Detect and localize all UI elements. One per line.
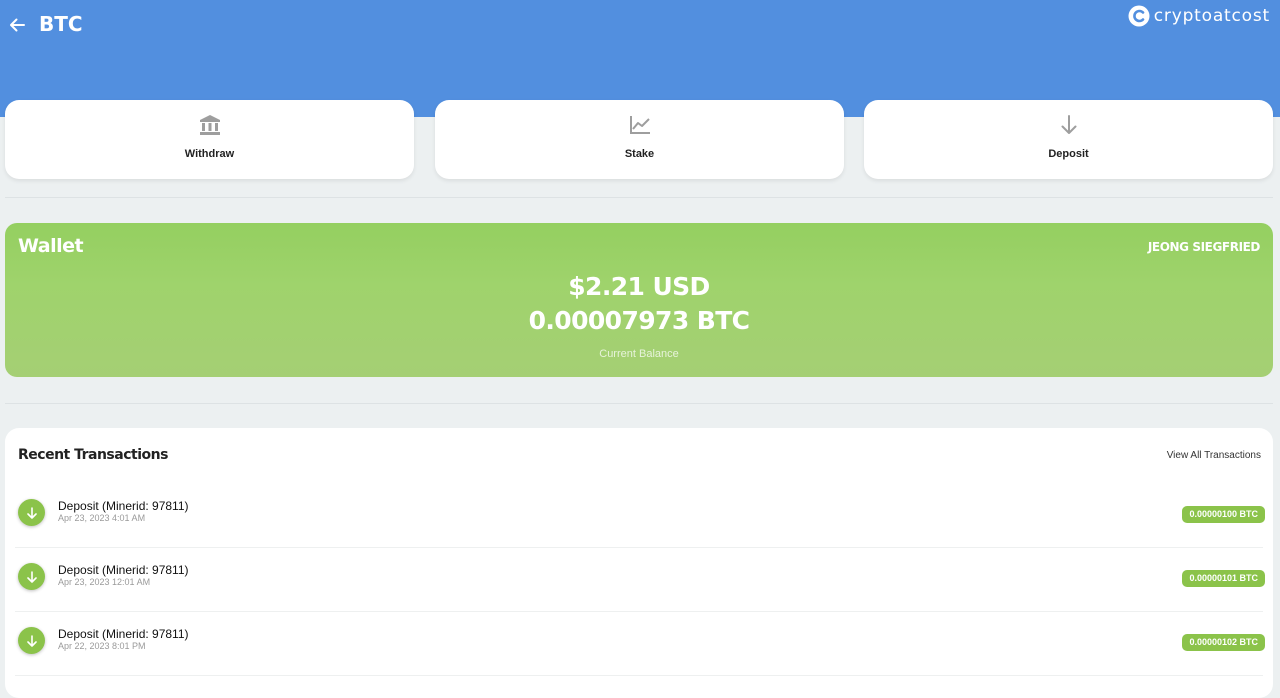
- brand-logo: cryptoatcost: [1128, 5, 1270, 27]
- arrow-down-icon: [26, 634, 37, 647]
- divider: [5, 403, 1273, 404]
- transaction-date: Apr 23, 2023 12:01 AM: [58, 577, 151, 587]
- balance-usd: $2.21 USD: [568, 272, 710, 301]
- wallet-title: Wallet: [18, 235, 84, 257]
- transaction-date: Apr 22, 2023 8:01 PM: [58, 641, 146, 651]
- wallet-card: Wallet JEONG SIEGFRIED $2.21 USD 0.00007…: [5, 223, 1273, 377]
- arrow-left-icon: [10, 18, 25, 32]
- deposit-label: Deposit: [1048, 148, 1089, 160]
- balance-caption: Current Balance: [599, 348, 679, 360]
- transaction-title: Deposit (Minerid: 97811): [58, 499, 189, 513]
- brand-name: cryptoatcost: [1153, 6, 1270, 26]
- transaction-amount-badge: 0.00000102 BTC: [1182, 634, 1265, 651]
- deposit-status-icon: [18, 563, 45, 590]
- transaction-row[interactable]: Deposit (Minerid: 97811) Apr 23, 2023 4:…: [5, 484, 1273, 548]
- deposit-button[interactable]: Deposit: [864, 100, 1273, 179]
- transaction-amount-badge: 0.00000101 BTC: [1182, 570, 1265, 587]
- bank-icon: [199, 115, 220, 135]
- page-title: BTC: [39, 12, 83, 36]
- stake-button[interactable]: Stake: [435, 100, 844, 179]
- transaction-amount-badge: 0.00000100 BTC: [1182, 506, 1265, 523]
- withdraw-button[interactable]: Withdraw: [5, 100, 414, 179]
- recent-transactions-card: Recent Transactions View All Transaction…: [5, 428, 1273, 698]
- view-all-transactions-link[interactable]: View All Transactions: [1167, 450, 1261, 461]
- arrow-down-icon: [1061, 115, 1076, 134]
- deposit-status-icon: [18, 499, 45, 526]
- transaction-row[interactable]: Deposit (Minerid: 97811) Apr 23, 2023 12…: [5, 548, 1273, 612]
- arrow-down-icon: [26, 570, 37, 583]
- withdraw-label: Withdraw: [184, 148, 235, 160]
- deposit-status-icon: [18, 627, 45, 654]
- transaction-date: Apr 23, 2023 4:01 AM: [58, 513, 146, 523]
- transactions-heading: Recent Transactions: [18, 447, 168, 463]
- arrow-down-icon: [26, 506, 37, 519]
- back-button[interactable]: [6, 14, 28, 36]
- divider: [5, 197, 1273, 198]
- transaction-title: Deposit (Minerid: 97811): [58, 563, 189, 577]
- wallet-owner-name: JEONG SIEGFRIED: [1147, 240, 1261, 254]
- transaction-title: Deposit (Minerid: 97811): [58, 627, 189, 641]
- chart-line-icon: [629, 116, 650, 134]
- transaction-row[interactable]: Deposit (Minerid: 97811) Apr 22, 2023 8:…: [5, 612, 1273, 676]
- logo-icon: [1128, 5, 1150, 27]
- stake-label: Stake: [624, 148, 655, 160]
- row-divider: [15, 675, 1263, 676]
- balance-btc: 0.00007973 BTC: [528, 306, 750, 335]
